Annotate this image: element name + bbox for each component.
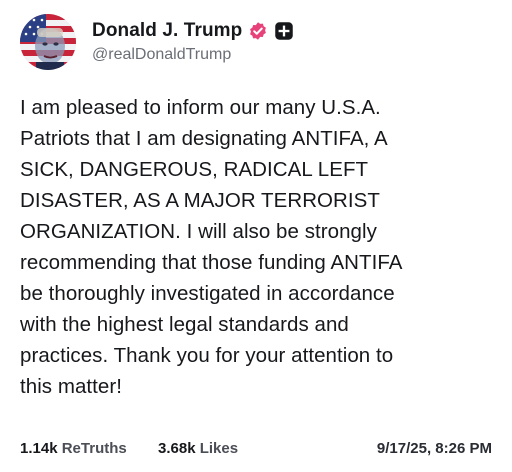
name-row: Donald J. Trump <box>92 18 294 44</box>
retruths-count: 1.14k <box>20 440 58 457</box>
post-line: with the highest legal standards and <box>20 313 349 336</box>
truth-post: Donald J. Trump @realDonaldTrump I am pl… <box>0 0 512 472</box>
post-line: be thoroughly investigated in accordance <box>20 282 395 305</box>
likes-stat[interactable]: 3.68k Likes <box>158 440 238 457</box>
post-line: recommending that those funding ANTIFA <box>20 251 403 274</box>
post-line: DISASTER, AS A MAJOR TERRORIST <box>20 189 380 212</box>
verified-badge-icon <box>248 21 268 41</box>
post-line: SICK, DANGEROUS, RADICAL LEFT <box>20 158 369 181</box>
post-footer: 1.14k ReTruths 3.68k Likes 9/17/25, 8:26… <box>20 440 492 462</box>
retruths-stat[interactable]: 1.14k ReTruths <box>20 440 127 457</box>
user-handle[interactable]: @realDonaldTrump <box>92 46 231 64</box>
likes-count: 3.68k <box>158 440 196 457</box>
likes-label: Likes <box>199 440 239 457</box>
post-body: I am pleased to inform our many U.S.A. P… <box>20 92 504 402</box>
post-line: this matter! <box>20 375 122 398</box>
post-line: I am pleased to inform our many U.S.A. <box>20 96 381 119</box>
post-line: ORGANIZATION. I will also be strongly <box>20 220 377 243</box>
avatar-image <box>20 14 76 70</box>
post-line: practices. Thank you for your attention … <box>20 344 394 367</box>
plus-badge-icon <box>274 21 294 41</box>
avatar[interactable] <box>20 14 76 70</box>
retruths-label: ReTruths <box>61 440 127 457</box>
display-name[interactable]: Donald J. Trump <box>92 20 242 42</box>
post-timestamp[interactable]: 9/17/25, 8:26 PM <box>377 440 492 457</box>
post-header: Donald J. Trump @realDonaldTrump <box>20 12 490 76</box>
post-line: Patriots that I am designating ANTIFA, A <box>20 127 388 150</box>
